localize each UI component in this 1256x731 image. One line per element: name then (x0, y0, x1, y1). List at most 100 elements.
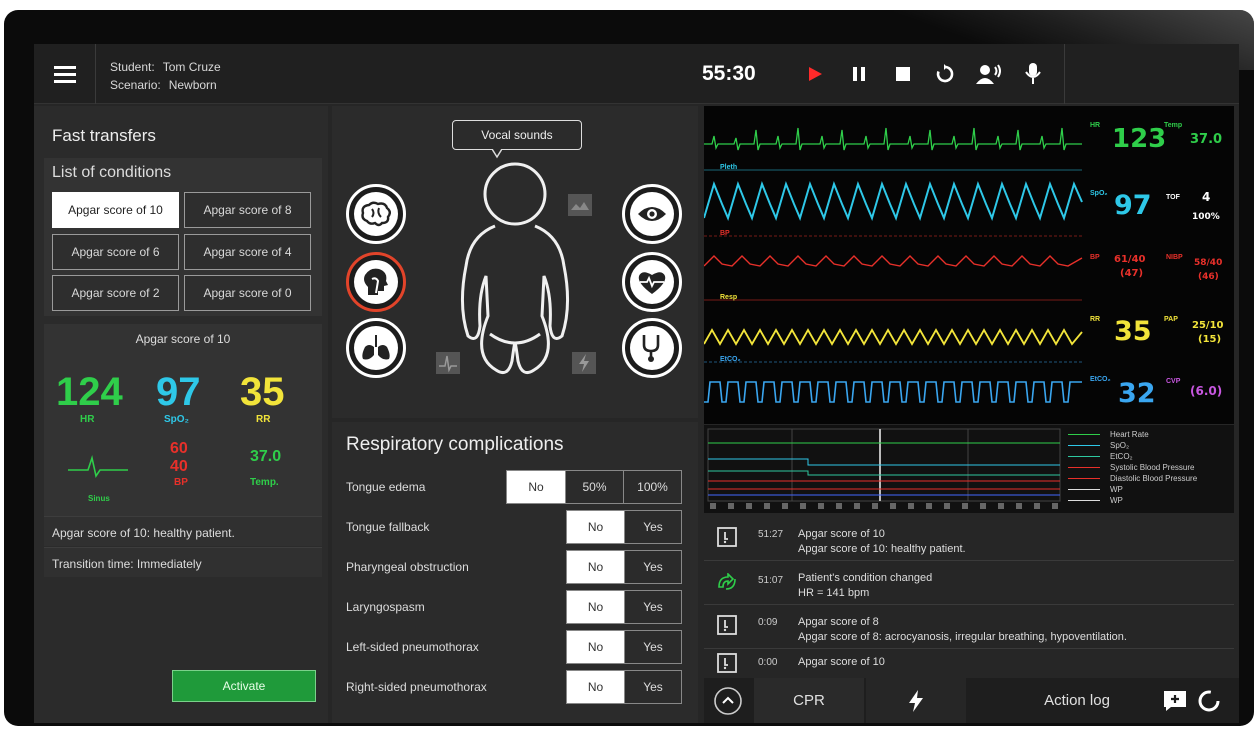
microphone-button[interactable] (1020, 61, 1046, 87)
condition-apgar-2[interactable]: Apgar score of 2 (52, 275, 179, 311)
bp-mean: (47) (1120, 268, 1144, 279)
stethoscope-icon (642, 335, 660, 362)
log-text: Apgar score of 8 Apgar score of 8: acrocy… (798, 615, 1127, 645)
legend-item: WP (1110, 485, 1123, 494)
log-line-1: Patient's condition changed (798, 572, 933, 584)
resp-wave-label: Resp (720, 294, 738, 301)
pause-button[interactable] (846, 61, 872, 87)
panel-title: Fast transfers (52, 126, 156, 145)
legend-swatch (1068, 445, 1100, 446)
option-no[interactable]: No (567, 591, 624, 623)
rr-value: 35 (1114, 316, 1152, 347)
option-yes[interactable]: Yes (623, 511, 681, 543)
add-note-icon (1164, 690, 1186, 711)
pleth-wave-label: Pleth (720, 164, 738, 171)
rr-label: RR (1090, 316, 1101, 323)
log-time: 51:27 (758, 529, 784, 540)
preview-bp-systolic: 60 (170, 440, 188, 457)
option-yes[interactable]: Yes (623, 631, 681, 663)
restart-button[interactable] (932, 61, 958, 87)
hr-value: 123 (1112, 124, 1167, 154)
log-line-1: Apgar score of 8 (798, 616, 879, 628)
apgar-preview-title: Apgar score of 10 (135, 332, 231, 346)
pharyngeal-obstruction-toggle[interactable]: No Yes (566, 550, 682, 584)
log-entry[interactable]: 0:09 Apgar score of 8 Apgar score of 8: a… (704, 605, 1234, 649)
conditions-title: List of conditions (52, 164, 172, 181)
resp-row-right-pneumothorax: Right-sided pneumothorax No Yes (346, 670, 686, 704)
option-yes[interactable]: Yes (623, 591, 681, 623)
patient-body-panel: Vocal sounds (332, 106, 698, 418)
log-entry[interactable]: 0:00 Apgar score of 10 (704, 649, 1234, 675)
bp-label: BP (1090, 254, 1100, 261)
play-button[interactable] (802, 61, 828, 87)
tongue-fallback-toggle[interactable]: No Yes (566, 510, 682, 544)
pap-value: 25/10 (1192, 320, 1224, 331)
pause-icon (853, 67, 865, 81)
tongue-edema-selector[interactable]: No 50% 100% (506, 470, 682, 504)
condition-change-icon (718, 573, 736, 590)
option-no[interactable]: No (567, 671, 624, 703)
eye-button[interactable] (622, 184, 682, 244)
legend-item: Systolic Blood Pressure (1110, 463, 1195, 472)
expand-button[interactable] (708, 678, 748, 723)
refresh-button[interactable] (1194, 678, 1224, 723)
log-entry[interactable]: 51:07 Patient's condition changed HR = 14… (704, 561, 1234, 605)
session-timer: 55:30 (702, 62, 756, 85)
legend-swatch (1068, 434, 1100, 435)
cvp-value: (6.0) (1190, 384, 1223, 398)
vocal-sounds-button[interactable]: Vocal sounds (452, 120, 582, 150)
defibrillator-button[interactable] (866, 678, 966, 723)
legend-item: WP (1110, 496, 1123, 505)
conditions-list: List of conditions Apgar score of 10 Apg… (44, 158, 322, 316)
condition-apgar-0[interactable]: Apgar score of 0 (184, 275, 311, 311)
eye-icon (638, 207, 666, 221)
laryngospasm-toggle[interactable]: No Yes (566, 590, 682, 624)
option-100[interactable]: 100% (623, 471, 681, 503)
etco2-value: 32 (1118, 378, 1156, 409)
temp-value: 37.0 (1190, 132, 1223, 147)
condition-apgar-10[interactable]: Apgar score of 10 (52, 192, 179, 228)
left-pneumothorax-toggle[interactable]: No Yes (566, 630, 682, 664)
resp-label: Laryngospasm (346, 600, 425, 614)
restart-icon (936, 64, 954, 83)
lungs-button[interactable] (346, 318, 406, 378)
airway-button[interactable] (346, 252, 406, 312)
menu-button[interactable] (34, 44, 96, 104)
top-bar-divider (1064, 44, 1065, 104)
stop-button[interactable] (890, 61, 916, 87)
log-text: Apgar score of 10 Apgar score of 10: heal… (798, 527, 966, 557)
note-icon (717, 653, 737, 673)
resp-row-tongue-edema: Tongue edema No 50% 100% (346, 470, 686, 504)
voice-button[interactable] (976, 61, 1002, 87)
legend-item: SpO₂ (1110, 441, 1130, 450)
option-50[interactable]: 50% (565, 471, 623, 503)
option-no[interactable]: No (567, 511, 624, 543)
option-yes[interactable]: Yes (623, 671, 681, 703)
speaking-person-icon (976, 64, 1001, 84)
option-no[interactable]: No (567, 551, 624, 583)
right-pneumothorax-toggle[interactable]: No Yes (566, 670, 682, 704)
cpr-button[interactable]: CPR (754, 678, 864, 723)
resp-label: Tongue fallback (346, 520, 430, 534)
heart-button[interactable] (622, 252, 682, 312)
tof-label: TOF (1166, 194, 1180, 201)
activate-button[interactable]: Activate (172, 670, 316, 702)
preview-spo2-value: 97 (156, 370, 201, 414)
option-no[interactable]: No (567, 631, 624, 663)
condition-apgar-4[interactable]: Apgar score of 4 (184, 234, 311, 270)
option-no[interactable]: No (507, 471, 565, 503)
legend-swatch (1068, 456, 1100, 457)
resp-row-tongue-fallback: Tongue fallback No Yes (346, 510, 686, 544)
resp-label: Right-sided pneumothorax (346, 680, 487, 694)
add-note-button[interactable] (1160, 678, 1190, 723)
fast-transfers-panel: Fast transfers List of conditions Apgar … (34, 106, 328, 723)
preview-bp-label: BP (174, 477, 188, 488)
condition-apgar-6[interactable]: Apgar score of 6 (52, 234, 179, 270)
log-entry[interactable]: 51:27 Apgar score of 10 Apgar score of 10… (704, 517, 1234, 561)
option-yes[interactable]: Yes (623, 551, 681, 583)
stethoscope-button[interactable] (622, 318, 682, 378)
condition-apgar-8[interactable]: Apgar score of 8 (184, 192, 311, 228)
bp-wave-label: BP (720, 230, 730, 237)
brain-button[interactable] (346, 184, 406, 244)
etco2-waveform (704, 381, 1082, 403)
